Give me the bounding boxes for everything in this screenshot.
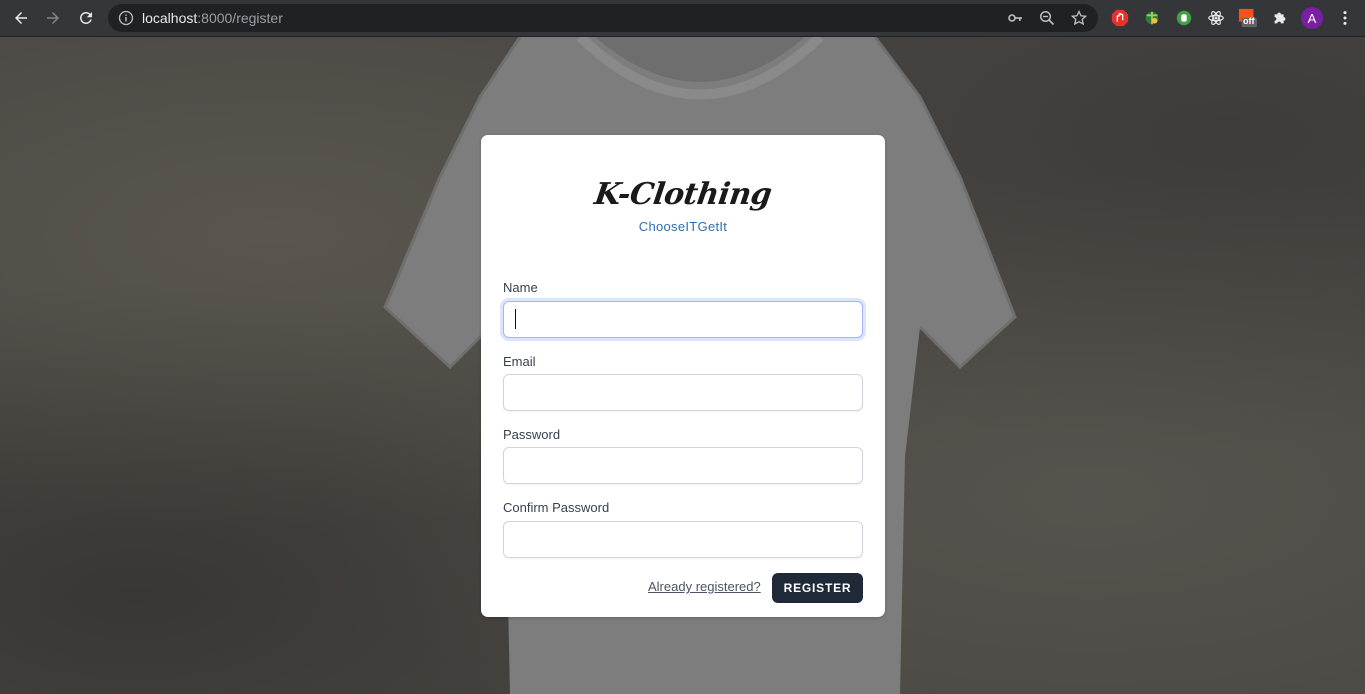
profile-avatar[interactable]: A (1301, 7, 1323, 29)
extensions-puzzle-icon[interactable] (1270, 8, 1290, 28)
register-card: K-Clothing ChooseITGetIt Name Email Pass… (481, 135, 885, 617)
off-extension-icon[interactable]: off (1238, 8, 1258, 28)
already-registered-link[interactable]: Already registered? (648, 579, 761, 594)
back-icon[interactable] (5, 2, 37, 34)
react-devtools-icon[interactable] (1206, 8, 1226, 28)
email-input[interactable] (503, 374, 863, 411)
url-host: localhost (142, 10, 198, 26)
bookmark-star-icon[interactable] (1070, 9, 1088, 26)
kebab-menu-icon[interactable] (1335, 8, 1355, 28)
password-label: Password (503, 427, 561, 442)
url-text[interactable]: localhost:8000/register (142, 10, 283, 26)
password-input[interactable] (503, 447, 863, 484)
extension-badge: off (1243, 16, 1255, 26)
confirm-password-input[interactable] (503, 521, 863, 558)
url-path: :8000/register (197, 10, 283, 26)
zoom-out-icon[interactable] (1039, 10, 1055, 26)
translate-extension-icon[interactable] (1142, 8, 1162, 28)
brand-logo[interactable]: K-Clothing (479, 177, 888, 212)
browser-toolbar: localhost:8000/register off A (0, 0, 1365, 37)
address-bar[interactable]: localhost:8000/register (108, 4, 1098, 32)
name-label: Name (503, 280, 538, 295)
text-caret (515, 309, 516, 329)
confirm-password-label: Confirm Password (503, 500, 610, 515)
ad-block-extension-icon[interactable] (1110, 8, 1130, 28)
site-info-icon[interactable] (118, 10, 134, 26)
reload-icon[interactable] (70, 2, 102, 34)
green-extension-icon[interactable] (1174, 8, 1194, 28)
brand-tagline: ChooseITGetIt (638, 219, 728, 234)
email-label: Email (503, 354, 536, 369)
register-button[interactable]: REGISTER (772, 573, 863, 603)
key-icon[interactable] (1007, 10, 1023, 26)
forward-icon[interactable] (37, 2, 69, 34)
name-input[interactable] (503, 301, 863, 338)
